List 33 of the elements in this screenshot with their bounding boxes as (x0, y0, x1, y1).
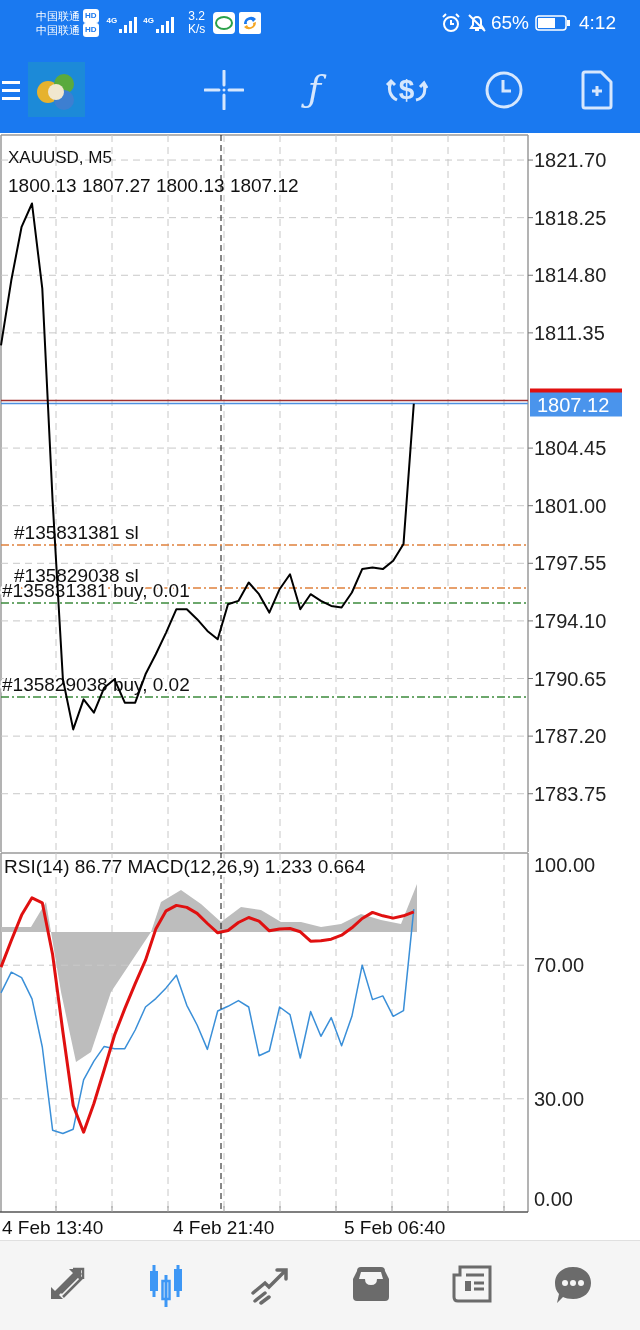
time-tick-label: 5 Feb 06:40 (344, 1217, 446, 1238)
price-tick-label: 1811.35 (534, 321, 605, 344)
rsi-tick-label: 70.00 (534, 954, 585, 977)
price-tick-label: 1818.25 (534, 206, 607, 229)
ohlc-label: 1800.13 1807.27 1800.13 1807.12 (8, 175, 299, 196)
price-tick-label: 1804.45 (534, 437, 607, 460)
carrier-name: 中国联通 (36, 23, 80, 37)
price-tick-label: 1790.65 (534, 667, 607, 690)
clock-time: 4:12 (579, 10, 616, 35)
price-tick-label: 1787.20 (534, 725, 607, 748)
rsi-tick-label: 100.00 (534, 854, 596, 876)
network-type: 4G (143, 17, 154, 25)
price-tick-label: 1783.75 (534, 782, 607, 805)
speed-value: 3.2 (187, 10, 206, 23)
time-tick-label: 4 Feb 21:40 (173, 1217, 275, 1238)
price-tick-label: 1794.10 (534, 609, 607, 632)
symbol-label: XAUUSD, M5 (8, 148, 112, 167)
rsi-tick-label: 0.00 (534, 1188, 573, 1210)
price-tick-label: 1814.80 (534, 264, 607, 287)
current-price-label: 1807.12 (530, 392, 622, 417)
indicator-legend: RSI(14) 86.77 MACD(12,26,9) 1.233 0.664 (4, 856, 366, 877)
dollar-sign: $ (398, 75, 415, 104)
time-tick-label: 4 Feb 13:40 (2, 1217, 104, 1238)
battery-percent: 65% (491, 10, 529, 35)
price-tick-label: 1821.70 (534, 149, 607, 172)
carrier-name: 中国联通 (36, 9, 80, 23)
network-type: 4G (106, 17, 118, 25)
hd-badge: HD (83, 9, 99, 23)
price-tick-label: 1797.55 (534, 552, 607, 575)
speed-unit: K/s (187, 23, 206, 36)
rsi-tick-label: 30.00 (534, 1087, 585, 1110)
price-tick-label: 1801.00 (534, 494, 607, 517)
hd-badge: HD (83, 23, 99, 37)
